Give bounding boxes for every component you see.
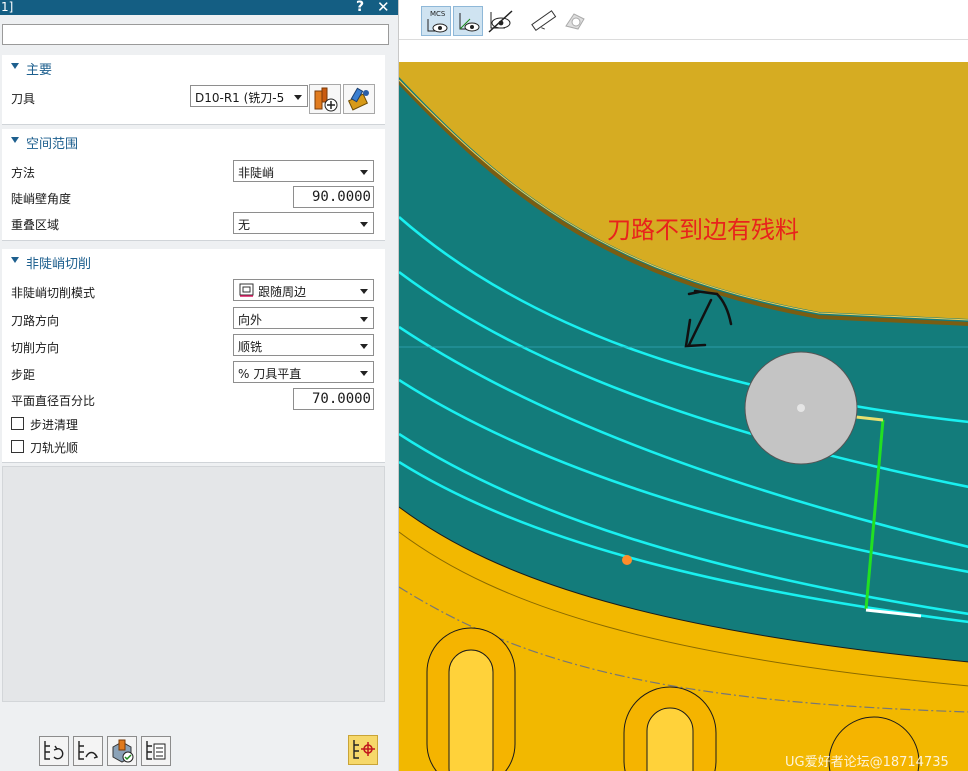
- section-nonsteep-title: 非陡峭切削: [26, 257, 92, 272]
- steep-angle-label: 陡峭壁角度: [11, 192, 72, 206]
- cut-direction-label: 切削方向: [11, 341, 60, 355]
- diameter-percent-input[interactable]: 70.0000: [293, 388, 374, 410]
- section-spatial-range: 空间范围 方法 非陡峭 陡峭壁角度 90.0000 重叠区域 无: [2, 129, 385, 241]
- help-button[interactable]: ?: [356, 0, 364, 15]
- tool-select-value: D10-R1 (铣刀-5: [195, 91, 285, 105]
- dialog-title: 1]: [1, 0, 14, 14]
- path-direction-select[interactable]: 向外: [233, 307, 374, 329]
- method-label: 方法: [11, 166, 36, 180]
- wcs-eye-icon: [459, 13, 480, 32]
- collapse-arrow-icon: [11, 257, 19, 263]
- mcs-eye-icon: MCS: [427, 10, 448, 33]
- top-input-field[interactable]: [2, 24, 389, 45]
- display-toggle-icon: [353, 740, 375, 759]
- tool-select[interactable]: D10-R1 (铣刀-5: [190, 85, 308, 107]
- chevron-down-icon: [360, 344, 368, 349]
- verify-path-icon: [112, 739, 134, 763]
- shape-button[interactable]: [561, 6, 591, 36]
- generate-path-button[interactable]: [39, 736, 69, 766]
- tool-new-icon: [314, 87, 338, 112]
- section-spatial-title: 空间范围: [26, 137, 79, 152]
- dialog-empty-area: [2, 466, 385, 702]
- section-nonsteep-cut: 非陡峭切削 非陡峭切削模式 跟随周边 刀路方向 向外 切削方向 顺铣 步距 % …: [2, 249, 385, 463]
- hide-toggle-button[interactable]: [485, 6, 515, 36]
- stepover-select[interactable]: % 刀具平直: [233, 361, 374, 383]
- mcs-label: MCS: [430, 10, 446, 18]
- dialog-titlebar: 1] ? ✕: [0, 0, 398, 16]
- chevron-down-icon: [294, 95, 302, 100]
- chevron-down-icon: [360, 170, 368, 175]
- cut-direction-value: 顺铣: [238, 340, 263, 354]
- collapse-arrow-icon: [11, 63, 19, 69]
- cut-pattern-select[interactable]: 跟随周边: [233, 279, 374, 301]
- chevron-down-icon: [360, 317, 368, 322]
- list-path-button[interactable]: [141, 736, 171, 766]
- steep-angle-input[interactable]: 90.0000: [293, 186, 374, 208]
- replay-path-button[interactable]: [73, 736, 103, 766]
- stepover-label: 步距: [11, 368, 36, 382]
- cut-pattern-label: 非陡峭切削模式: [11, 286, 96, 300]
- close-button[interactable]: ✕: [377, 0, 390, 16]
- section-main-title: 主要: [26, 63, 53, 78]
- method-select-value: 非陡峭: [238, 166, 275, 180]
- path-smooth-checkbox[interactable]: [11, 440, 24, 453]
- path-direction-value: 向外: [238, 313, 263, 327]
- tool-edit-button[interactable]: [343, 84, 375, 114]
- tool-center: [797, 404, 805, 412]
- watermark-text: UG爱好者论坛@18714735: [785, 755, 949, 770]
- section-main: 主要 刀具 D10-R1 (铣刀-5: [2, 55, 385, 125]
- measure-button[interactable]: [529, 6, 559, 36]
- generate-path-icon: [44, 741, 64, 760]
- tool-label: 刀具: [11, 92, 36, 106]
- section-spatial-header[interactable]: 空间范围: [2, 129, 385, 152]
- cut-direction-select[interactable]: 顺铣: [233, 334, 374, 356]
- start-point: [622, 555, 632, 565]
- slot-2-inner: [646, 707, 694, 771]
- stepover-value: % 刀具平直: [238, 367, 302, 381]
- follow-periphery-icon: [239, 283, 254, 297]
- overlap-select[interactable]: 无: [233, 212, 374, 234]
- chevron-down-icon: [360, 222, 368, 227]
- section-main-header[interactable]: 主要: [2, 55, 385, 78]
- step-clean-label: 步进清理: [30, 418, 79, 432]
- tool-edit-icon: [347, 87, 369, 111]
- display-toggle-button[interactable]: [348, 735, 378, 765]
- replay-path-icon: [78, 741, 99, 760]
- slot-1-inner: [448, 649, 494, 771]
- diameter-percent-label: 平面直径百分比: [11, 394, 96, 408]
- path-smooth-label: 刀轨光顺: [30, 441, 79, 455]
- viewport-toolbar: MCS: [399, 0, 968, 40]
- shape-icon: [565, 13, 585, 30]
- tool-new-button[interactable]: [309, 84, 341, 114]
- collapse-arrow-icon: [11, 137, 19, 143]
- step-clean-checkbox[interactable]: [11, 417, 24, 430]
- overlap-label: 重叠区域: [11, 218, 60, 232]
- graphics-viewport[interactable]: MCS 刀路不到边有残料 UG爱好者论坛@18714735: [398, 0, 968, 771]
- operation-dialog: 1] ? ✕ 主要 刀具 D10-R1 (铣刀-5 空间范围 方法 非陡峭 陡峭…: [0, 0, 398, 771]
- section-nonsteep-header[interactable]: 非陡峭切削: [2, 249, 385, 272]
- hide-eye-icon: [488, 10, 513, 33]
- verify-path-button[interactable]: [107, 736, 137, 766]
- measure-ruler-icon: [531, 10, 557, 32]
- overlap-select-value: 无: [238, 218, 251, 232]
- cut-pattern-value: 跟随周边: [258, 285, 307, 299]
- mcs-display-button[interactable]: MCS: [421, 6, 451, 36]
- path-direction-label: 刀路方向: [11, 314, 60, 328]
- chevron-down-icon: [360, 289, 368, 294]
- chevron-down-icon: [360, 371, 368, 376]
- wcs-display-button[interactable]: [453, 6, 483, 36]
- method-select[interactable]: 非陡峭: [233, 160, 374, 182]
- viewport-margin: [399, 40, 968, 62]
- list-path-icon: [146, 741, 166, 760]
- annotation-text: 刀路不到边有残料: [607, 216, 799, 244]
- part-3d-scene[interactable]: [399, 62, 968, 771]
